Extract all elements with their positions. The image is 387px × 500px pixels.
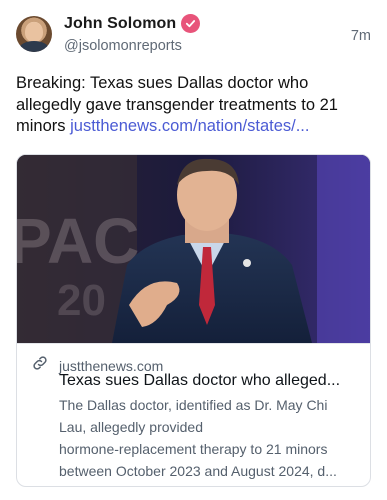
card-description-line: hormone-replacement therapy to 21 minors xyxy=(59,441,328,457)
card-image[interactable]: PAC 20 xyxy=(17,155,370,343)
post-item[interactable]: John Solomon @jsolomonreports 7m Breakin… xyxy=(0,0,387,500)
avatar-suit xyxy=(19,41,49,52)
card-title[interactable]: Texas sues Dallas doctor who alleged... xyxy=(59,372,363,390)
check-badge-icon xyxy=(181,14,201,33)
post-timestamp[interactable]: 7m xyxy=(351,28,371,44)
author-name[interactable]: John Solomon xyxy=(64,15,176,33)
author-handle[interactable]: @jsolomonreports xyxy=(64,38,182,54)
author-row: John Solomon xyxy=(64,14,201,33)
card-description: The Dallas doctor, identified as Dr. May… xyxy=(59,394,363,482)
card-description-line: Lau, allegedly provided xyxy=(59,419,203,435)
card-body[interactable]: justthenews.com Texas sues Dallas doctor… xyxy=(17,343,370,486)
card-photo: PAC 20 xyxy=(17,155,370,343)
link-icon xyxy=(31,354,49,377)
card-description-line: between October 2023 and August 2024, d.… xyxy=(59,463,337,479)
avatar[interactable] xyxy=(16,16,52,52)
card-description-line: The Dallas doctor, identified as Dr. May… xyxy=(59,397,328,413)
svg-text:PAC: PAC xyxy=(17,205,139,277)
link-preview-card[interactable]: PAC 20 justthenews.com Texas sues Dallas… xyxy=(16,154,371,487)
svg-text:20: 20 xyxy=(57,276,106,325)
avatar-face xyxy=(25,22,43,42)
post-text: Breaking: Texas sues Dallas doctor who a… xyxy=(16,73,374,138)
post-link[interactable]: justthenews.com/nation/states/... xyxy=(70,117,309,135)
